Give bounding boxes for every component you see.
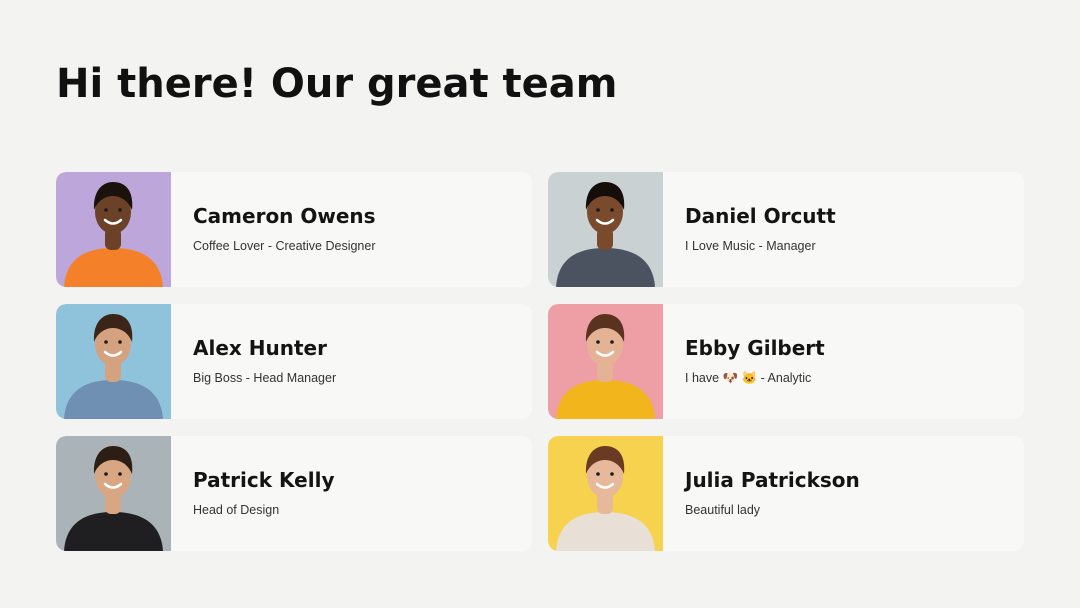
member-description: I Love Music - Manager: [685, 239, 816, 253]
member-photo: [56, 172, 171, 287]
right-eye: [118, 208, 122, 212]
member-name: Patrick Kelly: [193, 468, 335, 492]
member-description: Big Boss - Head Manager: [193, 371, 337, 385]
member-photo: [56, 304, 171, 419]
left-eye: [596, 208, 600, 212]
member-info: Patrick Kelly Head of Design: [171, 436, 334, 551]
team-member-card[interactable]: Cameron Owens Coffee Lover - Creative De…: [56, 172, 532, 287]
member-name: Cameron Owens: [193, 204, 376, 228]
left-eye: [104, 340, 108, 344]
portrait-illustration: [548, 172, 663, 287]
member-name: Ebby Gilbert: [685, 336, 825, 360]
left-eye: [104, 208, 108, 212]
right-eye: [118, 472, 122, 476]
left-eye: [596, 472, 600, 476]
team-grid: Cameron Owens Coffee Lover - Creative De…: [56, 172, 1024, 551]
member-description: Beautiful lady: [685, 503, 761, 517]
member-photo: [548, 304, 663, 419]
page-title: Hi there! Our great team: [56, 61, 618, 107]
member-description: Head of Design: [193, 503, 280, 517]
member-photo: [548, 172, 663, 287]
member-info: Julia Patrickson Beautiful lady: [663, 436, 860, 551]
member-photo: [56, 436, 171, 551]
team-member-card[interactable]: Patrick Kelly Head of Design: [56, 436, 532, 551]
portrait-illustration: [548, 304, 663, 419]
team-page: Hi there! Our great team Cameron Owens C…: [0, 0, 1080, 608]
member-description: I have 🐶 🐱 - Analytic: [685, 371, 812, 385]
member-info: Cameron Owens Coffee Lover - Creative De…: [171, 172, 376, 287]
team-member-card[interactable]: Daniel Orcutt I Love Music - Manager: [548, 172, 1024, 287]
member-info: Daniel Orcutt I Love Music - Manager: [663, 172, 836, 287]
team-member-card[interactable]: Ebby Gilbert I have 🐶 🐱 - Analytic: [548, 304, 1024, 419]
right-eye: [610, 340, 614, 344]
member-name: Alex Hunter: [193, 336, 327, 360]
left-eye: [596, 340, 600, 344]
portrait-illustration: [56, 172, 171, 287]
member-info: Ebby Gilbert I have 🐶 🐱 - Analytic: [663, 304, 825, 419]
member-description: Coffee Lover - Creative Designer: [193, 239, 376, 253]
portrait-illustration: [56, 304, 171, 419]
left-eye: [104, 472, 108, 476]
portrait-illustration: [548, 436, 663, 551]
member-name: Julia Patrickson: [685, 468, 860, 492]
right-eye: [118, 340, 122, 344]
team-member-card[interactable]: Julia Patrickson Beautiful lady: [548, 436, 1024, 551]
member-name: Daniel Orcutt: [685, 204, 836, 228]
right-eye: [610, 472, 614, 476]
member-photo: [548, 436, 663, 551]
team-member-card[interactable]: Alex Hunter Big Boss - Head Manager: [56, 304, 532, 419]
portrait-illustration: [56, 436, 171, 551]
member-info: Alex Hunter Big Boss - Head Manager: [171, 304, 336, 419]
right-eye: [610, 208, 614, 212]
